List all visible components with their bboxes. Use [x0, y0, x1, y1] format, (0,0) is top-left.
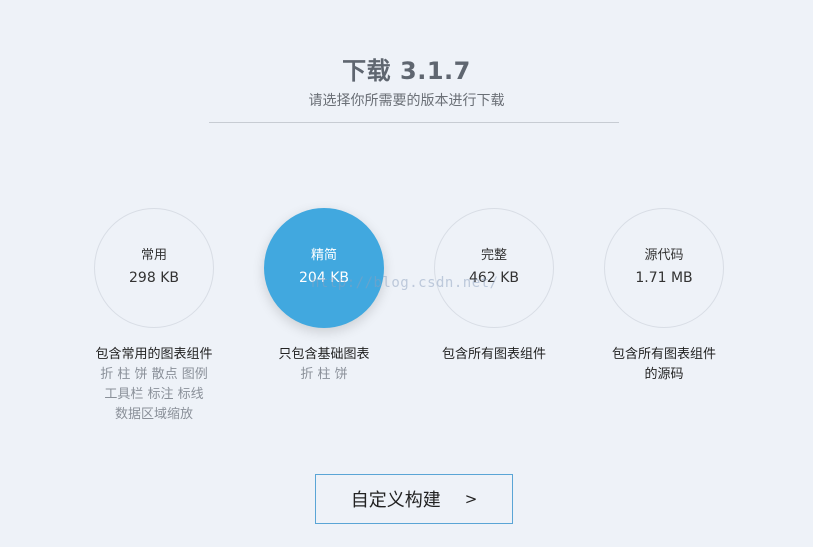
package-size: 204 KB — [299, 270, 349, 286]
package-desc-line: 折 柱 饼 散点 图例 — [100, 367, 208, 382]
package-option-simple[interactable]: 精简 204 KB — [264, 208, 384, 328]
download-header: 下载 3.1.7 请选择你所需要的版本进行下载 — [0, 54, 813, 110]
package-desc-line: 的源码 — [644, 367, 684, 382]
package-size: 462 KB — [469, 270, 519, 286]
download-page: 下载 3.1.7 请选择你所需要的版本进行下载 常用 298 KB 包含常用的图… — [0, 0, 813, 547]
package-simple: 精简 204 KB 只包含基础图表 折 柱 饼 — [244, 208, 404, 385]
package-option-source[interactable]: 源代码 1.71 MB — [604, 208, 724, 328]
package-desc-main: 只包含基础图表 — [278, 347, 370, 362]
custom-build-button[interactable]: 自定义构建 > — [315, 474, 513, 524]
page-subtitle: 请选择你所需要的版本进行下载 — [308, 93, 505, 109]
package-source: 源代码 1.71 MB 包含所有图表组件 的源码 — [584, 208, 744, 385]
package-desc-main: 包含所有图表组件 — [441, 347, 546, 362]
package-common: 常用 298 KB 包含常用的图表组件 折 柱 饼 散点 图例 工具栏 标注 标… — [74, 208, 234, 425]
package-size: 298 KB — [129, 270, 179, 286]
custom-build-label: 自定义构建 — [350, 490, 441, 511]
package-desc-main: 包含所有图表组件 — [611, 347, 716, 362]
package-name: 常用 — [140, 248, 167, 263]
chevron-right-icon: > — [464, 490, 478, 508]
package-full: 完整 462 KB 包含所有图表组件 — [414, 208, 574, 365]
package-description: 包含所有图表组件 — [414, 345, 574, 365]
package-description: 只包含基础图表 折 柱 饼 — [244, 345, 404, 385]
package-description: 包含常用的图表组件 折 柱 饼 散点 图例 工具栏 标注 标线 数据区域缩放 — [74, 345, 234, 425]
package-name: 完整 — [480, 248, 507, 263]
package-desc-line: 工具栏 标注 标线 — [104, 387, 204, 402]
package-option-common[interactable]: 常用 298 KB — [94, 208, 214, 328]
page-title: 下载 3.1.7 — [342, 57, 471, 85]
package-name: 源代码 — [644, 248, 684, 263]
package-desc-line: 数据区域缩放 — [114, 407, 193, 422]
package-description: 包含所有图表组件 的源码 — [584, 345, 744, 385]
header-divider — [209, 122, 619, 123]
package-option-full[interactable]: 完整 462 KB — [434, 208, 554, 328]
package-desc-main: 包含常用的图表组件 — [95, 347, 213, 362]
package-desc-line: 折 柱 饼 — [300, 367, 348, 382]
package-name: 精简 — [310, 248, 337, 263]
package-size: 1.71 MB — [635, 270, 693, 286]
